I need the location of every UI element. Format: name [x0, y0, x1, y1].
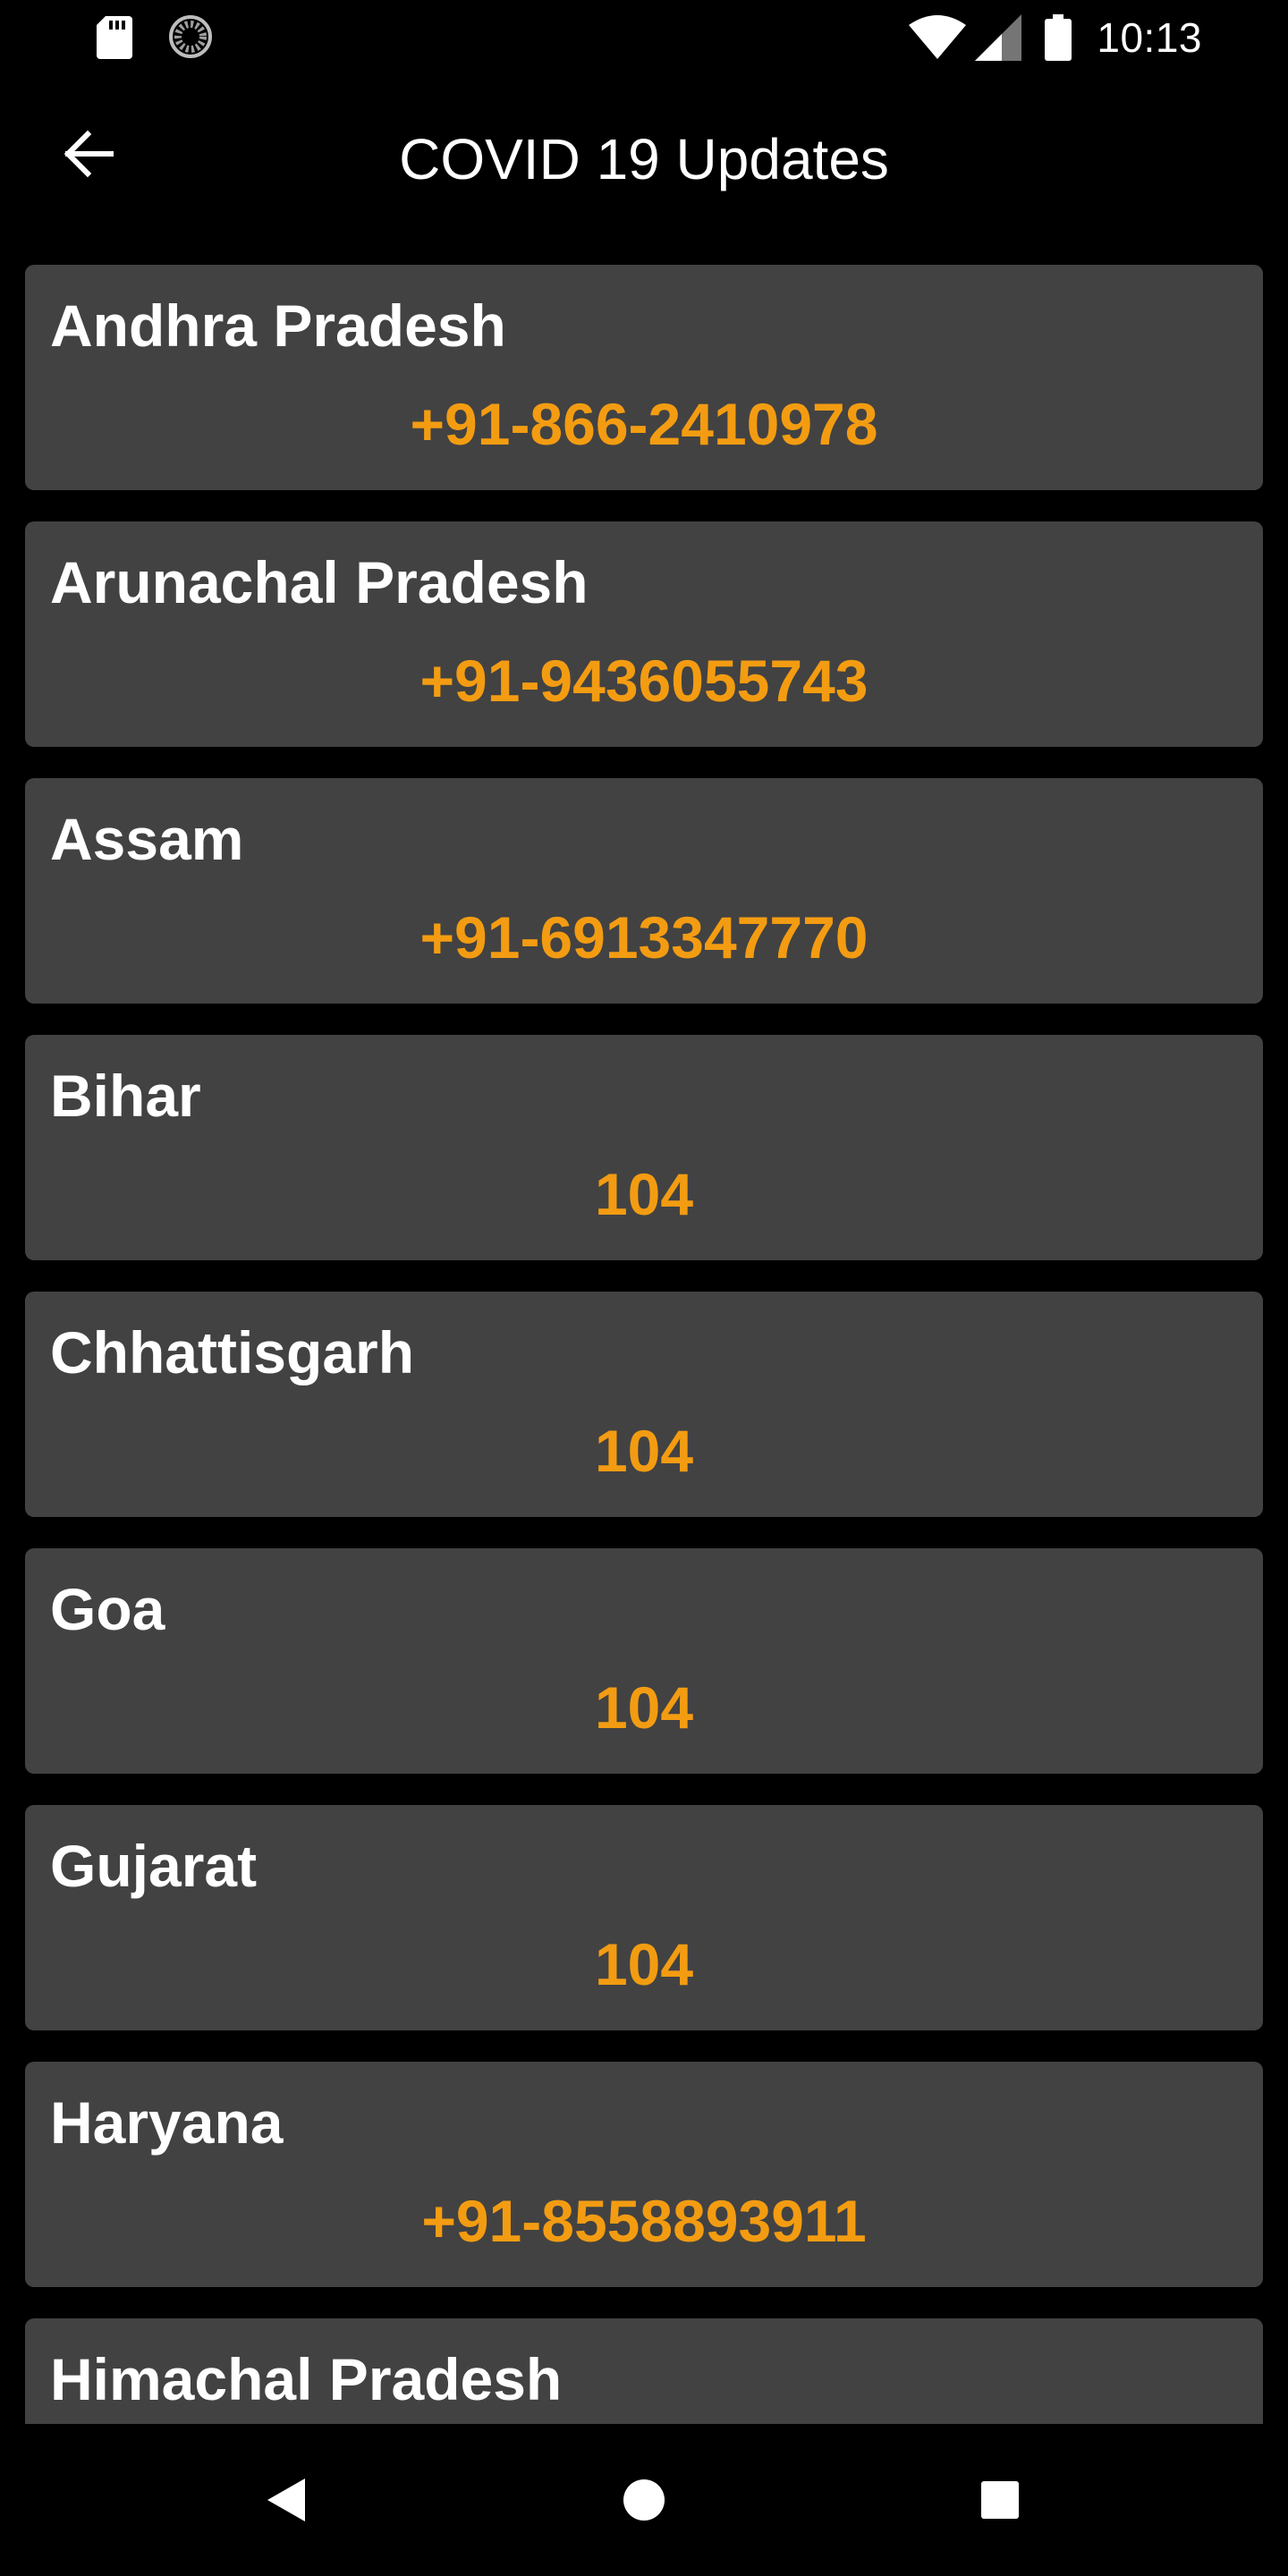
- screen: 10:13 COVID 19 Updates Andhra Pradesh +9…: [0, 0, 1288, 2576]
- list-item[interactable]: Bihar 104: [25, 1035, 1263, 1260]
- state-name: Gujarat: [50, 1833, 258, 1899]
- wifi-icon: [909, 15, 967, 59]
- phone-number[interactable]: 104: [25, 1928, 1263, 2000]
- nav-home-icon: [623, 2479, 665, 2521]
- state-name: Arunachal Pradesh: [50, 549, 589, 615]
- list-item[interactable]: Andhra Pradesh +91-866-2410978: [25, 265, 1263, 490]
- phone-number[interactable]: 104: [25, 1158, 1263, 1230]
- list-item[interactable]: Gujarat 104: [25, 1805, 1263, 2030]
- nav-back-icon: [267, 2479, 305, 2521]
- state-name: Bihar: [50, 1063, 201, 1129]
- sync-icon: [169, 15, 212, 58]
- list-item[interactable]: Himachal Pradesh: [25, 2318, 1263, 2424]
- list-item[interactable]: Goa 104: [25, 1548, 1263, 1774]
- phone-number[interactable]: +91-8558893911: [25, 2185, 1263, 2257]
- state-name: Andhra Pradesh: [50, 292, 506, 359]
- app-bar: COVID 19 Updates: [0, 75, 1288, 254]
- status-right: 10:13: [909, 13, 1202, 63]
- nav-back-button[interactable]: [247, 2460, 327, 2540]
- system-nav-bar: [0, 2424, 1288, 2576]
- sd-card-icon: [97, 16, 132, 59]
- list-item[interactable]: Assam +91-6913347770: [25, 778, 1263, 1004]
- status-time: 10:13: [1097, 14, 1202, 61]
- phone-number[interactable]: +91-9436055743: [25, 645, 1263, 716]
- list-item[interactable]: Haryana +91-8558893911: [25, 2062, 1263, 2287]
- nav-recents-icon: [981, 2481, 1019, 2519]
- nav-home-button[interactable]: [604, 2460, 684, 2540]
- helpline-list[interactable]: Andhra Pradesh +91-866-2410978 Arunachal…: [25, 265, 1263, 2424]
- phone-number[interactable]: +91-6913347770: [25, 902, 1263, 973]
- state-name: Himachal Pradesh: [50, 2346, 563, 2412]
- page-title: COVID 19 Updates: [399, 127, 889, 191]
- battery-icon: [1045, 14, 1072, 61]
- state-name: Assam: [50, 806, 244, 872]
- phone-number[interactable]: +91-866-2410978: [25, 388, 1263, 460]
- state-name: Haryana: [50, 2089, 284, 2156]
- nav-recents-button[interactable]: [960, 2460, 1040, 2540]
- signal-icon: [975, 14, 1022, 61]
- phone-number[interactable]: 104: [25, 1672, 1263, 1743]
- list-item[interactable]: Chhattisgarh 104: [25, 1292, 1263, 1517]
- state-name: Goa: [50, 1576, 165, 1642]
- phone-number[interactable]: 104: [25, 1415, 1263, 1487]
- state-name: Chhattisgarh: [50, 1319, 415, 1385]
- status-bar: 10:13: [0, 0, 1288, 75]
- list-item[interactable]: Arunachal Pradesh +91-9436055743: [25, 521, 1263, 747]
